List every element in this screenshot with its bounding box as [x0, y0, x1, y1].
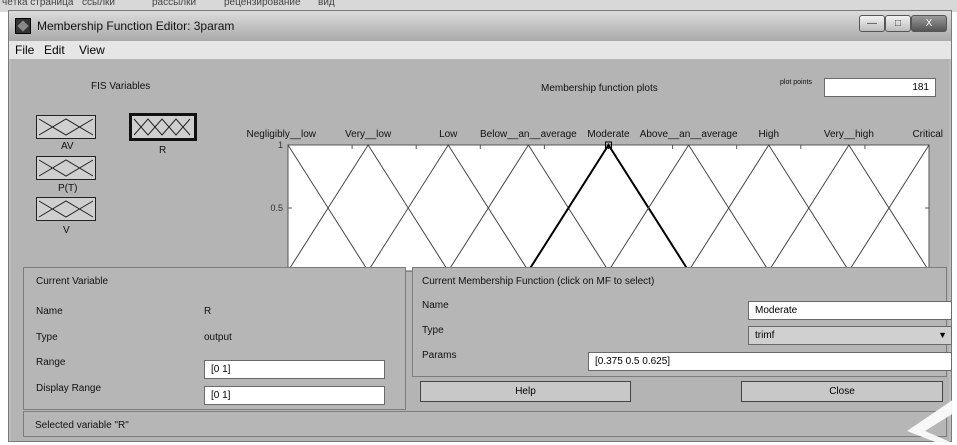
fis-variable-label: P(T) — [58, 183, 78, 194]
y-tick-label: 0.5 — [270, 203, 283, 213]
mf-thumbnail-icon — [38, 159, 94, 177]
mf-name-label: Name — [422, 300, 449, 311]
background-menu-item: ссылки — [82, 0, 115, 8]
mf-name-input[interactable]: Moderate — [748, 301, 952, 320]
mf-label[interactable]: Very__high — [824, 129, 874, 140]
fis-variable-r-selected[interactable] — [129, 113, 197, 141]
mf-params-input[interactable]: [0.375 0.5 0.625] — [588, 352, 952, 371]
fis-variable-label: R — [159, 145, 167, 156]
maximize-button[interactable]: □ — [885, 15, 911, 32]
fis-variable-av[interactable] — [36, 115, 96, 139]
background-menu-item: рассылки — [152, 0, 197, 8]
display-range-label: Display Range — [36, 383, 102, 394]
mf-label[interactable]: Low — [439, 129, 458, 140]
menu-bar: File Edit View — [9, 41, 951, 59]
background-menu-item: чётка страница — [2, 0, 74, 8]
mf-label[interactable]: Negligibly__low — [247, 129, 317, 140]
menu-view[interactable]: View — [79, 43, 105, 57]
mf-label[interactable]: High — [758, 129, 779, 140]
mf-params-label: Params — [422, 350, 457, 361]
current-variable-panel: Current Variable Name R Type output Rang… — [23, 267, 406, 410]
type-label: Type — [36, 332, 58, 343]
mf-label[interactable]: Very__low — [345, 129, 392, 140]
help-button[interactable]: Help — [420, 381, 631, 402]
plot-points-label: plot points — [780, 79, 812, 86]
mf-type-value: trimf — [755, 330, 775, 341]
mf-label[interactable]: Critical — [912, 129, 943, 140]
background-menu-item: рецензирование — [224, 0, 301, 8]
mf-type-select[interactable]: trimf ▼ — [748, 326, 952, 345]
variable-type-value: output — [204, 332, 232, 343]
fis-variable-label: AV — [61, 141, 74, 152]
display-range-input[interactable]: [0 1] — [204, 386, 385, 405]
y-tick-label: 1 — [278, 140, 283, 150]
status-text: Selected variable "R" — [35, 420, 129, 431]
plot-title: Membership function plots — [541, 83, 658, 94]
menu-file[interactable]: File — [15, 43, 34, 57]
mf-thumbnail-icon — [133, 118, 191, 136]
fis-variable-v[interactable] — [36, 197, 96, 221]
mf-thumbnail-icon — [38, 118, 94, 136]
fis-variable-label: V — [63, 225, 70, 236]
dropdown-arrow-icon: ▼ — [938, 330, 947, 340]
matlab-app-icon — [15, 18, 31, 34]
range-label: Range — [36, 357, 66, 368]
mf-editor-window: Membership Function Editor: 3param — □ X… — [8, 10, 952, 442]
name-label: Name — [36, 306, 63, 317]
fis-variables-title: FIS Variables — [91, 81, 151, 92]
mf-type-label: Type — [422, 325, 444, 336]
mf-label[interactable]: Moderate — [587, 129, 630, 140]
background-menu-item: вид — [318, 0, 335, 8]
mf-thumbnail-icon — [38, 200, 94, 218]
current-mf-panel: Current Membership Function (click on MF… — [412, 267, 952, 377]
current-mf-title: Current Membership Function (click on MF… — [422, 276, 655, 287]
minimize-button[interactable]: — — [859, 15, 885, 32]
fis-variable-pt[interactable] — [36, 156, 96, 180]
chevron-left-icon — [907, 397, 957, 445]
mf-label[interactable]: Below__an__average — [480, 129, 577, 140]
status-bar: Selected variable "R" — [23, 411, 947, 437]
variable-name-value: R — [204, 306, 212, 317]
title-bar[interactable]: Membership Function Editor: 3param — □ X — [9, 11, 951, 41]
mf-label[interactable]: Above__an__average — [640, 129, 738, 140]
menu-edit[interactable]: Edit — [44, 43, 65, 57]
window-title: Membership Function Editor: 3param — [37, 19, 235, 33]
range-input[interactable]: [0 1] — [204, 360, 385, 379]
editor-content: FIS Variables AV R P(T) V Membership fun… — [11, 59, 952, 441]
window-close-button[interactable]: X — [911, 15, 947, 32]
membership-function-plot[interactable]: 00.10.20.30.40.50.60.70.80.9100.51Neglig… — [201, 95, 949, 275]
plot-area — [287, 144, 930, 272]
current-variable-title: Current Variable — [36, 276, 109, 287]
